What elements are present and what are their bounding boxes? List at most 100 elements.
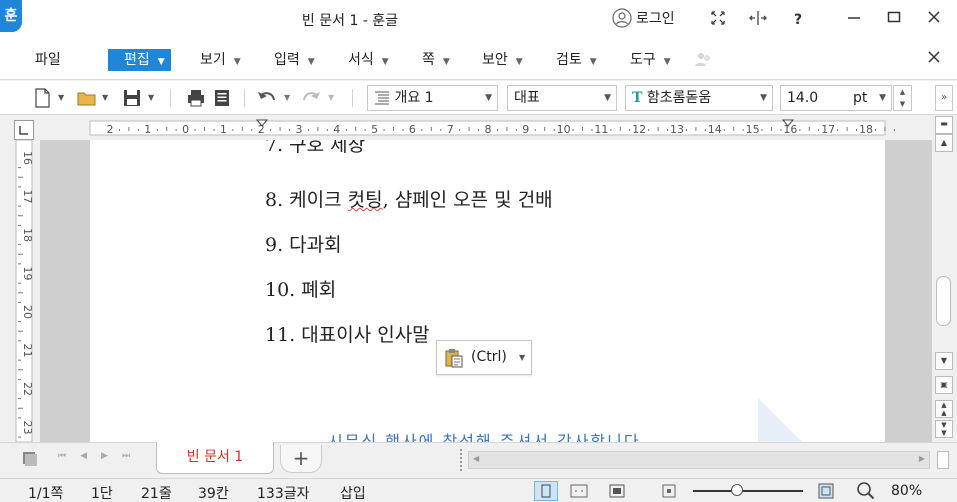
scroll-down-icon[interactable]: ▼ <box>935 352 953 370</box>
menu-bar: 파일 편집 ▼ 보기 ▼ 입력 ▼ 서식 ▼ 쪽 ▼ 보안 ▼ 검토 ▼ 도구 ▼ <box>0 40 957 80</box>
spin-down-icon[interactable]: ▼ <box>894 98 911 110</box>
zoom-out-icon[interactable] <box>660 482 678 502</box>
prev-page-icon[interactable]: ▲ ▲ <box>935 400 953 418</box>
spin-up-icon[interactable]: ▲ <box>894 86 911 98</box>
list-item[interactable]: 7. 구호 제창 <box>265 140 365 157</box>
ruler-corner[interactable] <box>14 120 34 140</box>
horizontal-scrollbar[interactable]: ◀ ▶ <box>468 451 930 469</box>
two-page-view-icon[interactable] <box>568 482 590 502</box>
menu-view[interactable]: 보기 ▼ <box>200 49 241 71</box>
new-document-icon[interactable] <box>34 87 52 109</box>
vertical-ruler[interactable]: 16 17 18 19 20 21 22 23 <box>8 139 40 457</box>
menu-tools[interactable]: 도구 ▼ <box>630 49 671 71</box>
scroll-right-icon[interactable]: ▶ <box>919 454 925 463</box>
horizontal-ruler[interactable]: 2 1 0 1 2 3 4 5 6 7 8 9 10 11 12 13 14 15 16 17 18 <box>40 116 932 140</box>
chevron-down-icon: ▼ <box>485 93 492 103</box>
minimize-icon[interactable] <box>844 10 864 30</box>
document-area[interactable]: 7. 구호 제창 8. 케이크 컷팅, 샴페인 오픈 및 건배 9. 다과회 1… <box>40 140 932 442</box>
page-view-icon[interactable]: ▣ <box>935 376 953 394</box>
ruler-tick-label: 18 <box>21 228 34 242</box>
ruler-tick-label: 22 <box>21 382 34 396</box>
list-item[interactable]: 8. 케이크 컷팅, 샴페인 오픈 및 건배 <box>265 185 553 212</box>
ruler-tick-label: 16 <box>21 151 34 165</box>
title-bar: 훈 빈 문서 1 - 훈글 로그인 ? <box>0 0 957 40</box>
font-size-spinner[interactable]: ▲ ▼ <box>893 85 912 111</box>
tab-list-icon[interactable] <box>22 451 38 471</box>
print-icon[interactable] <box>186 87 206 109</box>
language-select[interactable]: 대표 ▼ <box>507 85 617 111</box>
fullscreen-icon[interactable] <box>708 10 728 30</box>
scroll-up-icon[interactable]: ▲ <box>935 134 953 152</box>
magnifier-icon[interactable] <box>856 481 876 502</box>
zoom-slider-track[interactable] <box>693 490 803 492</box>
window-title: 빈 문서 1 - 훈글 <box>301 13 399 29</box>
close-icon[interactable] <box>924 10 944 30</box>
preview-icon[interactable] <box>212 87 232 109</box>
chevron-down-icon[interactable]: ▼ <box>102 87 108 109</box>
add-tab-button[interactable]: + <box>280 445 322 473</box>
list-item[interactable]: 10. 폐회 <box>265 275 336 302</box>
tab-nav-icons[interactable]: ⏮◀▶⏭ <box>58 451 144 461</box>
zoom-level[interactable]: 80% <box>891 483 922 499</box>
single-page-view-icon[interactable] <box>534 481 558 501</box>
user-icon <box>612 8 632 28</box>
menu-security[interactable]: 보안 ▼ <box>482 49 523 71</box>
ruler-tick-label: 13 <box>670 123 684 136</box>
menu-edit[interactable]: 편집 ▼ <box>108 49 171 71</box>
menu-page[interactable]: 쪽 ▼ <box>422 49 450 71</box>
split-view-icon[interactable] <box>748 10 768 30</box>
full-page-view-icon[interactable] <box>606 482 628 502</box>
list-item[interactable]: 9. 다과회 <box>265 230 342 257</box>
save-icon[interactable] <box>122 87 142 109</box>
tab-document-1[interactable]: 빈 문서 1 <box>156 442 274 474</box>
chevron-down-icon[interactable]: ▼ <box>148 87 154 109</box>
chevron-down-icon[interactable]: ▼ <box>328 87 334 109</box>
menu-review[interactable]: 검토 ▼ <box>556 49 597 71</box>
chevron-down-icon: ▼ <box>442 57 450 67</box>
ruler-tick-label: 2 <box>107 123 114 136</box>
ruler-scale: 16 17 18 19 20 21 22 23 <box>15 139 34 457</box>
chevron-down-icon: ▼ <box>307 57 315 67</box>
redo-icon[interactable] <box>300 87 322 109</box>
menu-insert[interactable]: 입력 ▼ <box>274 49 315 71</box>
menu-file[interactable]: 파일 <box>35 49 61 71</box>
toolbar-expand-icon[interactable]: » <box>935 85 953 111</box>
zoom-in-icon[interactable] <box>817 482 835 502</box>
undo-icon[interactable] <box>256 87 278 109</box>
zoom-slider-thumb[interactable] <box>731 484 743 496</box>
ruler-tick-label: 12 <box>632 123 646 136</box>
status-mode[interactable]: 삽입 <box>340 483 366 502</box>
font-size-unit: pt <box>853 90 868 106</box>
scroll-thumb[interactable] <box>936 276 951 326</box>
status-page[interactable]: 1/1쪽 <box>28 483 63 502</box>
paste-options-button[interactable]: (Ctrl) ▼ <box>436 340 532 375</box>
ruler-tick-label: 1 <box>144 123 151 136</box>
footer-text[interactable]: 시무식 행사에 참석해 주셔서 감사합니다 <box>328 428 641 442</box>
vertical-scrollbar[interactable]: ▬ ▲ ▼ ▣ ▲ ▲ ▼ ▼ <box>932 116 957 442</box>
list-item[interactable]: 11. 대표이사 인사말 <box>265 320 430 347</box>
ruler-tick-label: 23 <box>21 421 34 435</box>
login-label: 로그인 <box>636 11 675 27</box>
scroll-top-icon[interactable]: ▬ <box>935 116 953 134</box>
status-col: 39칸 <box>198 486 229 502</box>
chevron-down-icon: ▼ <box>604 93 611 103</box>
collab-icon[interactable] <box>694 50 714 70</box>
menu-format[interactable]: 서식 ▼ <box>348 49 389 71</box>
maximize-icon[interactable] <box>884 10 904 30</box>
font-select[interactable]: T 함초롬돋움 ▼ <box>625 85 773 111</box>
view-split-icon[interactable] <box>937 451 949 469</box>
font-size-select[interactable]: 14.0 pt ▼ <box>780 85 892 111</box>
chevron-down-icon[interactable]: ▼ <box>58 87 64 109</box>
scroll-left-icon[interactable]: ◀ <box>473 454 479 463</box>
chevron-down-icon[interactable]: ▼ <box>284 87 290 109</box>
document-page[interactable]: 7. 구호 제창 8. 케이크 컷팅, 샴페인 오픈 및 건배 9. 다과회 1… <box>90 140 885 442</box>
spell-check-mark: 컷팅 <box>347 189 383 211</box>
style-select[interactable]: 개요 1 ▼ <box>367 85 498 111</box>
ruler-band <box>15 139 33 443</box>
open-folder-icon[interactable] <box>76 87 98 109</box>
splitter-handle[interactable] <box>460 449 464 471</box>
help-icon[interactable]: ? <box>788 10 808 30</box>
close-doc-icon[interactable] <box>924 50 944 70</box>
login-button[interactable]: 로그인 <box>612 8 675 28</box>
next-page-icon[interactable]: ▼ ▼ <box>935 420 953 438</box>
